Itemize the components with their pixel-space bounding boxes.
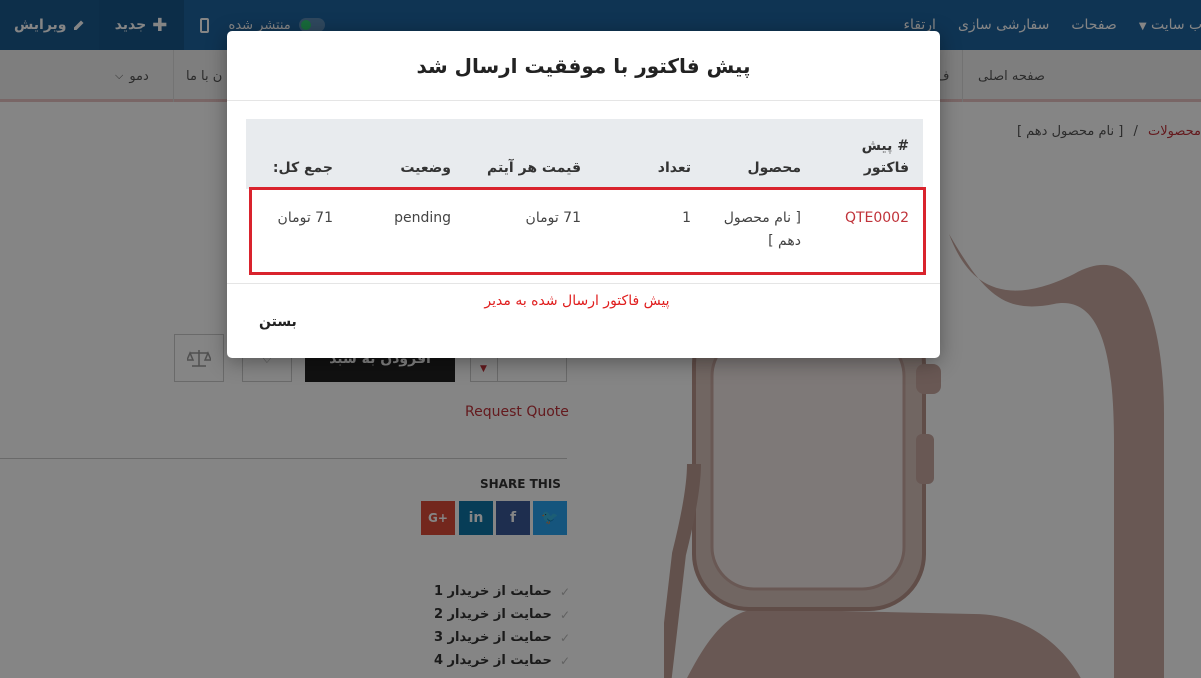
col-product: محصول xyxy=(705,119,815,189)
col-qty: تعداد xyxy=(595,119,705,189)
footer-message: پیش فاکتور ارسال شده به مدیر xyxy=(484,293,670,309)
col-quote-no: # پیش فاکتور xyxy=(815,119,923,189)
close-button[interactable]: بستن xyxy=(259,314,297,330)
modal-title: پیش فاکتور با موفقیت ارسال شد xyxy=(416,53,751,78)
quote-modal: پیش فاکتور با موفقیت ارسال شد # پیش فاکت… xyxy=(227,31,940,358)
row-highlight-box xyxy=(249,187,926,275)
col-total: جمع کل: xyxy=(246,119,347,189)
table-header-row: # پیش فاکتور محصول تعداد قیمت هر آیتم وض… xyxy=(246,119,923,189)
modal-footer-divider xyxy=(227,283,940,284)
col-unit-price: قیمت هر آیتم xyxy=(465,119,595,189)
modal-header: پیش فاکتور با موفقیت ارسال شد xyxy=(227,31,940,101)
col-status: وضعیت xyxy=(347,119,465,189)
